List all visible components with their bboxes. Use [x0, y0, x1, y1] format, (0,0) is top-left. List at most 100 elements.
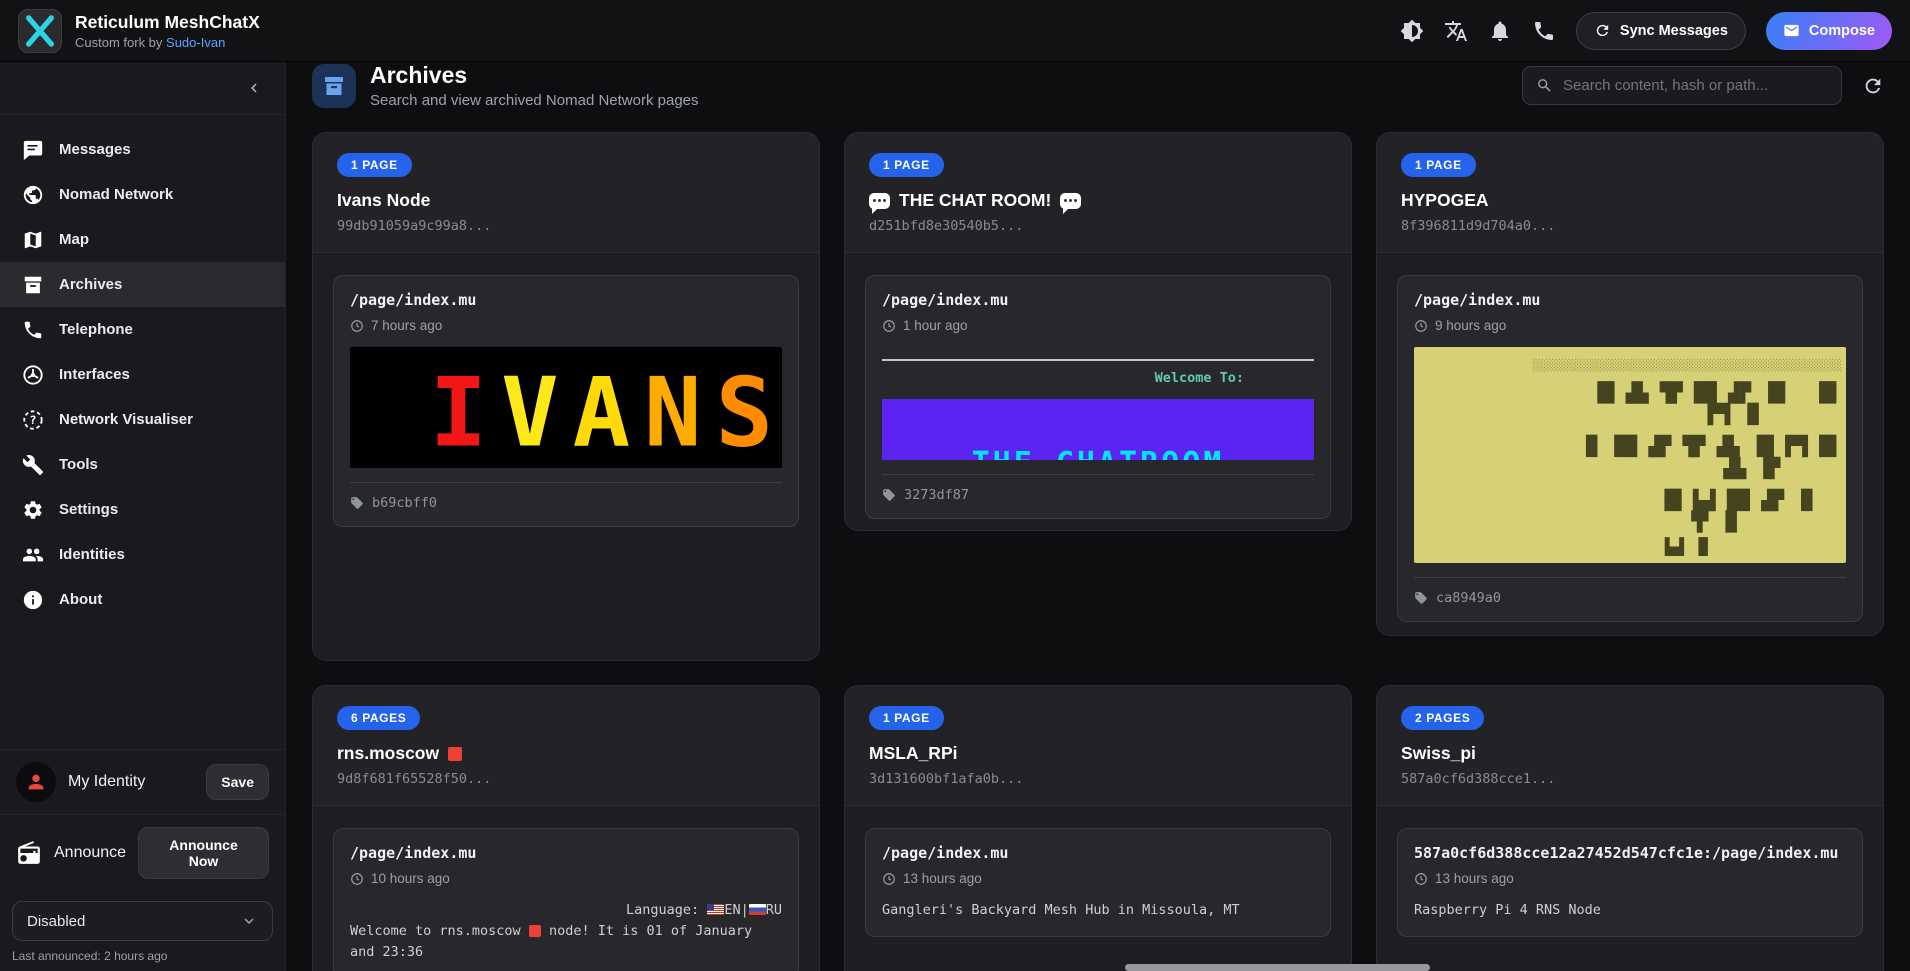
sidebar-nav: Messages Nomad Network Map Archives Tele…	[0, 115, 285, 622]
main-area: Archives Search and view archived Nomad …	[286, 62, 1910, 971]
clock-icon	[350, 319, 364, 333]
page-time-label: 13 hours ago	[903, 871, 982, 886]
sidebar-item-identities[interactable]: Identities	[0, 532, 285, 577]
my-identity-row: My Identity Save	[0, 749, 285, 814]
sidebar-item-about[interactable]: About	[0, 577, 285, 622]
language-label: Language:	[626, 902, 699, 918]
notifications-bell-icon[interactable]	[1488, 19, 1512, 43]
announce-now-button[interactable]: Announce Now	[138, 827, 269, 879]
archive-card-msla-rpi[interactable]: 1 PAGE MSLA_RPi 3d131600bf1afa0b... /pag…	[844, 685, 1352, 971]
sidebar-item-label: Settings	[59, 501, 118, 518]
sidebar-item-archives[interactable]: Archives	[0, 262, 285, 307]
archive-card-swiss-pi[interactable]: 2 PAGES Swiss_pi 587a0cf6d388cce1... 587…	[1376, 685, 1884, 971]
info-icon	[22, 589, 44, 611]
divider	[1414, 577, 1846, 578]
archives-grid: 1 PAGE Ivans Node 99db91059a9c99a8... /p…	[312, 132, 1884, 971]
fork-author-link[interactable]: Sudo-Ivan	[166, 35, 225, 50]
page-path: /page/index.mu	[350, 291, 782, 309]
svg-text:IVANS: IVANS	[430, 357, 782, 469]
card-header: 1 PAGE HYPOGEA 8f396811d9d704a0...	[1377, 133, 1883, 253]
sidebar-item-tools[interactable]: Tools	[0, 442, 285, 487]
archive-card-hypogea[interactable]: 1 PAGE HYPOGEA 8f396811d9d704a0... /page…	[1376, 132, 1884, 636]
chatroom-banner-text: THE CHATROOM	[882, 446, 1314, 460]
page-time: 10 hours ago	[350, 871, 782, 886]
card-hash: 99db91059a9c99a8...	[337, 218, 795, 234]
sidebar-item-label: Map	[59, 231, 89, 248]
clock-icon	[1414, 872, 1428, 886]
page-preview-card[interactable]: 587a0cf6d388cce12a27452d547cfc1e:/page/i…	[1397, 828, 1863, 937]
red-square-emoji	[529, 925, 541, 937]
card-hash: 8f396811d9d704a0...	[1401, 218, 1859, 234]
search-box	[1522, 66, 1842, 105]
svg-text:▐▌ ██ ▟▛ ▜▛ ▟▙ ▐█ ▛▜ █▌: ▐▌ ██ ▟▛ ▜▛ ▟▙ ▐█ ▛▜ █▌	[1580, 435, 1842, 458]
language-ru: RU	[766, 902, 782, 918]
sync-messages-button[interactable]: Sync Messages	[1576, 12, 1746, 50]
tag-label: 3273df87	[904, 487, 969, 503]
card-header: 2 PAGES Swiss_pi 587a0cf6d388cce1...	[1377, 686, 1883, 806]
translate-icon[interactable]	[1444, 19, 1468, 43]
page-preview-card[interactable]: /page/index.mu 7 hours ago IVANS	[333, 275, 799, 527]
sidebar-item-map[interactable]: Map	[0, 217, 285, 262]
sidebar-item-nomad-network[interactable]: Nomad Network	[0, 172, 285, 217]
my-identity-label: My Identity	[68, 773, 145, 791]
card-body: /page/index.mu 1 hour ago Welcome To: TH…	[845, 253, 1351, 531]
compose-label: Compose	[1809, 23, 1875, 39]
save-button[interactable]: Save	[206, 764, 269, 800]
archive-card-rns-moscow[interactable]: 6 PAGES rns.moscow 9d8f681f65528f50... /…	[312, 685, 820, 971]
sidebar-item-network-visualiser[interactable]: ? Network Visualiser	[0, 397, 285, 442]
card-header: 1 PAGE Ivans Node 99db91059a9c99a8...	[313, 133, 819, 253]
x-logo-icon	[19, 10, 61, 52]
page-time-label: 7 hours ago	[371, 318, 442, 333]
announce-interval-select[interactable]: Disabled	[12, 901, 273, 941]
card-hash: 9d8f681f65528f50...	[337, 771, 795, 787]
chevron-down-icon	[240, 912, 258, 930]
preview-horizontal-rule	[882, 359, 1314, 361]
card-header: 1 PAGE MSLA_RPi 3d131600bf1afa0b...	[845, 686, 1351, 806]
sidebar-collapse-row	[0, 62, 285, 115]
sidebar-item-label: Interfaces	[59, 366, 130, 383]
clock-icon	[350, 872, 364, 886]
sidebar-item-telephone[interactable]: Telephone	[0, 307, 285, 352]
svg-text:▙▟ ▐▌: ▙▟ ▐▌	[1664, 537, 1713, 556]
chatroom-banner-preview: THE CHATROOM	[882, 399, 1314, 460]
page-preview-card[interactable]: /page/index.mu 1 hour ago Welcome To: TH…	[865, 275, 1331, 519]
card-title: THE CHAT ROOM!	[869, 190, 1327, 211]
card-header: 6 PAGES rns.moscow 9d8f681f65528f50...	[313, 686, 819, 806]
search-input[interactable]	[1563, 77, 1828, 94]
sidebar-item-messages[interactable]: Messages	[0, 127, 285, 172]
theme-toggle-icon[interactable]	[1400, 19, 1424, 43]
clock-icon	[882, 872, 896, 886]
page-time-label: 10 hours ago	[371, 871, 450, 886]
tag-row: 3273df87	[882, 487, 1314, 503]
page-time-label: 9 hours ago	[1435, 318, 1506, 333]
sync-icon	[1594, 22, 1611, 39]
archive-card-ivans-node[interactable]: 1 PAGE Ivans Node 99db91059a9c99a8... /p…	[312, 132, 820, 661]
radio-icon	[16, 840, 42, 866]
hypogea-ascii-art-preview: ░░░░░░░░░░░░░░░░░░░░░░░░░░░░░░░░░░░░░░░░…	[1414, 347, 1846, 563]
phone-icon[interactable]	[1532, 19, 1556, 43]
sidebar-item-interfaces[interactable]: Interfaces	[0, 352, 285, 397]
horizontal-scrollbar-thumb[interactable]	[1125, 964, 1430, 971]
sidebar-item-label: Telephone	[59, 321, 133, 338]
divider	[350, 482, 782, 483]
language-en: EN	[724, 902, 740, 918]
sidebar-item-settings[interactable]: Settings	[0, 487, 285, 532]
archive-card-chat-room[interactable]: 1 PAGE THE CHAT ROOM! d251bfd8e30540b5..…	[844, 132, 1352, 531]
page-time-label: 1 hour ago	[903, 318, 968, 333]
compose-button[interactable]: Compose	[1766, 12, 1892, 50]
sidebar: Messages Nomad Network Map Archives Tele…	[0, 62, 286, 971]
page-header: Archives Search and view archived Nomad …	[286, 62, 1910, 109]
ivans-ascii-art-preview: IVANS	[350, 347, 782, 468]
tag-icon	[1414, 591, 1428, 605]
page-preview-card[interactable]: /page/index.mu 9 hours ago ░░░░░░░░░░░░░…	[1397, 275, 1863, 622]
page-preview-card[interactable]: /page/index.mu 13 hours ago Gangleri's B…	[865, 828, 1331, 937]
archive-icon	[22, 274, 44, 296]
speech-bubble-icon	[869, 193, 890, 209]
language-separator: |	[741, 902, 749, 918]
page-title: Archives	[370, 62, 699, 89]
refresh-icon[interactable]	[1862, 75, 1884, 97]
top-bar: Reticulum MeshChatX Custom fork by Sudo-…	[0, 0, 1910, 62]
page-preview-card[interactable]: /page/index.mu 10 hours ago Language: EN…	[333, 828, 799, 971]
collapse-sidebar-icon[interactable]	[245, 79, 263, 97]
tag-icon	[350, 496, 364, 510]
